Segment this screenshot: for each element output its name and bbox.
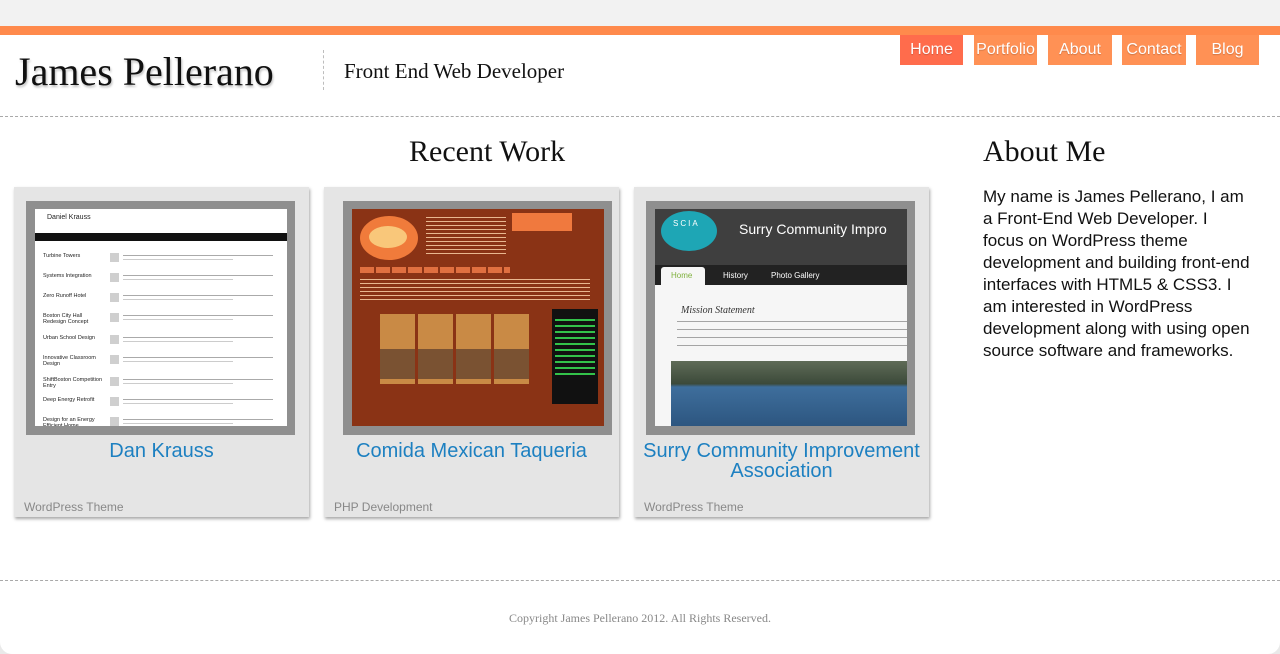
thumb-row: Turbine Towers [35, 251, 287, 271]
footer-divider [0, 580, 1280, 581]
nav-blog[interactable]: Blog [1196, 35, 1259, 65]
thumbnail-frame [343, 201, 612, 435]
site-tagline: Front End Web Developer [344, 59, 565, 83]
nav-portfolio[interactable]: Portfolio [974, 35, 1037, 65]
thumb-row: Zero Runoff Hotel [35, 291, 287, 311]
thumbnail-surry[interactable]: SCIA Surry Community Impro Home History … [655, 209, 907, 426]
thumbnail-frame: SCIA Surry Community Impro Home History … [646, 201, 915, 435]
thumb-row: Innovative Classroom Design [35, 353, 287, 373]
thumb-nav-bar [35, 233, 287, 241]
nav-contact[interactable]: Contact [1122, 35, 1186, 65]
thumb-row: Urban School Design [35, 333, 287, 353]
browser-top-band [0, 0, 1280, 26]
work-category: PHP Development [334, 500, 433, 514]
work-title-link[interactable]: Comida Mexican Taqueria [324, 441, 619, 461]
site-title[interactable]: James Pellerano [15, 48, 274, 95]
about-heading: About Me [983, 135, 1106, 168]
thumbnail-frame: Daniel Krauss Turbine Towers Systems Int… [26, 201, 295, 435]
header-divider [0, 116, 1280, 117]
thumbnail-comida[interactable] [352, 209, 604, 426]
thumb-row: Deep Energy Retrofit [35, 395, 287, 415]
work-card-dan-krauss[interactable]: Daniel Krauss Turbine Towers Systems Int… [14, 187, 309, 517]
about-text: My name is James Pellerano, I am a Front… [983, 187, 1250, 360]
thumb-order-button [512, 213, 572, 231]
nav-about[interactable]: About [1048, 35, 1112, 65]
thumb-row: ShiftBoston Competition Entry [35, 375, 287, 395]
work-card-surry[interactable]: SCIA Surry Community Impro Home History … [634, 187, 929, 517]
thumb-row: Boston City Hall Redesign Concept [35, 311, 287, 331]
thumb-row: Design for an Energy Efficient Home [35, 415, 287, 426]
work-card-comida[interactable]: Comida Mexican Taqueria PHP Development [324, 187, 619, 517]
thumb-photo [671, 361, 907, 426]
work-title-link[interactable]: Surry Community Improvement Association [634, 441, 929, 481]
work-category: WordPress Theme [24, 500, 124, 514]
thumb-logo [661, 211, 717, 251]
copyright: Copyright James Pellerano 2012. All Righ… [509, 611, 771, 625]
thumb-row: Systems Integration [35, 271, 287, 291]
thumb-site-name: Daniel Krauss [47, 214, 91, 221]
thumbnail-dan-krauss[interactable]: Daniel Krauss Turbine Towers Systems Int… [35, 209, 287, 426]
nav-home[interactable]: Home [900, 35, 963, 65]
title-divider [323, 50, 324, 90]
recent-work-heading: Recent Work [409, 135, 566, 168]
work-category: WordPress Theme [644, 500, 744, 514]
work-title-link[interactable]: Dan Krauss [14, 441, 309, 461]
